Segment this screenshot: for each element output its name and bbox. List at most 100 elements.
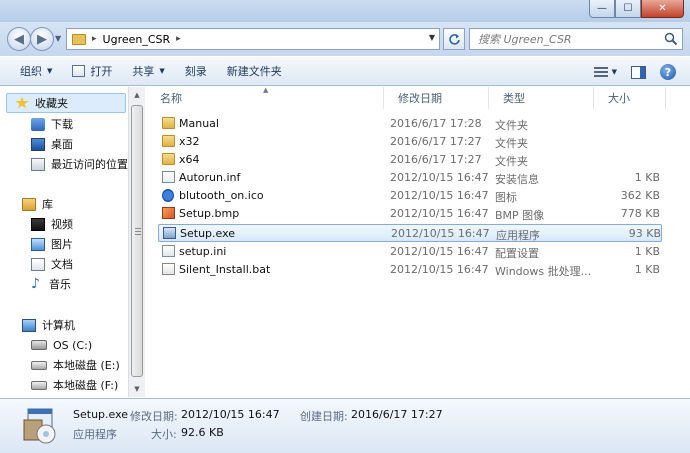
sidebar-item-recent[interactable]: 最近访问的位置 xyxy=(31,154,128,174)
sidebar-item-computer[interactable]: 计算机 xyxy=(22,315,75,335)
file-list: 名称 ▲ 修改日期 类型 大小 Manual 2016/6/17 17:28 文… xyxy=(146,86,690,397)
scrollbar-thumb[interactable] xyxy=(131,105,143,377)
sidebar-item-videos[interactable]: 视频 xyxy=(31,214,73,234)
drive-icon xyxy=(31,360,47,370)
file-name: Silent_Install.bat xyxy=(179,263,271,276)
file-type: BMP 图像 xyxy=(495,209,545,222)
address-dropdown-icon[interactable]: ▼ xyxy=(429,33,435,42)
table-row[interactable]: x64 2016/6/17 17:27 文件夹 xyxy=(158,151,662,169)
table-row[interactable]: x32 2016/6/17 17:27 文件夹 xyxy=(158,133,662,151)
bluetooth-icon xyxy=(162,189,174,202)
sidebar-item-label: 最近访问的位置 xyxy=(51,158,128,171)
sidebar-item-libraries[interactable]: 库 xyxy=(22,194,53,214)
file-size: 778 KB xyxy=(620,207,660,220)
sidebar-item-downloads[interactable]: 下载 xyxy=(31,114,73,134)
file-size: 1 KB xyxy=(634,171,660,184)
folder-icon xyxy=(162,135,175,147)
preview-pane-icon[interactable] xyxy=(631,65,646,79)
file-size: 1 KB xyxy=(634,263,660,276)
open-button[interactable]: 打开 xyxy=(62,56,122,86)
table-row[interactable]: setup.ini 2012/10/15 16:47 配置设置 1 KB xyxy=(158,243,662,261)
share-button[interactable]: 共享 ▼ xyxy=(122,56,174,86)
column-header-size[interactable]: 大小 xyxy=(594,87,666,109)
downloads-icon xyxy=(31,117,45,131)
ini-file-icon xyxy=(162,245,175,257)
bat-file-icon xyxy=(162,263,175,275)
table-row-selected[interactable]: Setup.exe 2012/10/15 16:47 应用程序 93 KB xyxy=(158,224,662,242)
organize-button[interactable]: 组织 ▼ xyxy=(0,56,62,86)
search-input[interactable] xyxy=(478,32,658,46)
view-options-icon[interactable] xyxy=(593,66,608,78)
folder-icon xyxy=(72,33,86,45)
file-date: 2012/10/15 16:47 xyxy=(390,263,489,276)
address-bar[interactable]: ▸ Ugreen_CSR ▸ ▼ xyxy=(66,28,440,50)
table-row[interactable]: Manual 2016/6/17 17:28 文件夹 xyxy=(158,115,662,133)
back-button[interactable]: ◀ xyxy=(7,27,31,51)
sidebar-item-music[interactable]: ♪ 音乐 xyxy=(31,274,71,294)
breadcrumb-chevron-icon[interactable]: ▸ xyxy=(176,34,181,44)
details-size-label: 大小: xyxy=(151,428,177,441)
chevron-down-icon: ▼ xyxy=(47,67,53,75)
details-modified-label: 修改日期: xyxy=(130,410,178,423)
sidebar-item-desktop[interactable]: 桌面 xyxy=(31,134,73,154)
exe-file-icon xyxy=(163,227,176,239)
forward-button[interactable]: ▶ xyxy=(30,27,54,51)
sidebar-item-label: 本地磁盘 (F:) xyxy=(53,379,119,392)
library-icon xyxy=(22,197,36,211)
details-pane: Setup.exe 应用程序 修改日期: 2012/10/15 16:47 创建… xyxy=(0,398,690,453)
breadcrumb-current[interactable]: Ugreen_CSR xyxy=(103,33,171,46)
scroll-up-icon[interactable]: ▲ xyxy=(129,87,145,103)
folder-icon xyxy=(162,117,175,129)
burn-button[interactable]: 刻录 xyxy=(175,56,217,86)
file-date: 2012/10/15 16:47 xyxy=(391,227,490,240)
minimize-button[interactable]: — xyxy=(589,0,615,18)
breadcrumb-separator-icon[interactable]: ▸ xyxy=(92,34,97,44)
file-name: Setup.bmp xyxy=(179,207,240,220)
file-type: 文件夹 xyxy=(495,137,528,150)
recent-places-icon xyxy=(31,157,45,171)
search-icon[interactable] xyxy=(664,32,678,46)
drive-icon xyxy=(31,380,47,390)
navigation-bar: ◀ ▶ ▼ ▸ Ugreen_CSR ▸ ▼ xyxy=(0,22,690,56)
table-row[interactable]: Setup.bmp 2012/10/15 16:47 BMP 图像 778 KB xyxy=(158,205,662,223)
view-dropdown-icon[interactable]: ▼ xyxy=(612,68,617,76)
documents-icon xyxy=(31,257,45,271)
column-header-label: 修改日期 xyxy=(398,92,442,105)
open-label: 打开 xyxy=(90,65,113,78)
column-header-type[interactable]: 类型 xyxy=(489,87,594,109)
burn-label: 刻录 xyxy=(184,65,207,78)
file-type: 配置设置 xyxy=(495,247,539,260)
system-drive-icon xyxy=(31,340,47,350)
column-header-name[interactable]: 名称 ▲ xyxy=(146,86,384,109)
file-name: x32 xyxy=(179,135,200,148)
recent-pages-dropdown-icon[interactable]: ▼ xyxy=(55,34,61,43)
sidebar-item-label: 本地磁盘 (E:) xyxy=(53,359,120,372)
table-row[interactable]: Silent_Install.bat 2012/10/15 16:47 Wind… xyxy=(158,261,662,279)
file-name: setup.ini xyxy=(179,245,227,258)
share-label: 共享 xyxy=(132,65,155,78)
search-box[interactable] xyxy=(469,28,683,50)
sidebar-item-pictures[interactable]: 图片 xyxy=(31,234,73,254)
refresh-button[interactable] xyxy=(443,28,465,50)
table-row[interactable]: Autorun.inf 2012/10/15 16:47 安装信息 1 KB xyxy=(158,169,662,187)
details-file-name: Setup.exe xyxy=(73,408,129,421)
file-type: 文件夹 xyxy=(495,119,528,132)
close-button[interactable]: ✕ xyxy=(641,0,684,18)
sort-ascending-icon: ▲ xyxy=(263,86,269,94)
new-folder-button[interactable]: 新建文件夹 xyxy=(217,56,292,86)
maximize-button[interactable]: ☐ xyxy=(615,0,641,18)
navigation-scrollbar[interactable]: ▲ ▼ xyxy=(128,87,145,397)
help-icon[interactable]: ? xyxy=(660,64,676,80)
scroll-down-icon[interactable]: ▼ xyxy=(129,381,145,397)
file-type: 应用程序 xyxy=(496,229,540,242)
sidebar-item-favorites[interactable]: 收藏夹 xyxy=(6,93,126,113)
table-row[interactable]: blutooth_on.ico 2012/10/15 16:47 图标 362 … xyxy=(158,187,662,205)
sidebar-item-drive-f[interactable]: 本地磁盘 (F:) xyxy=(31,375,118,395)
sidebar-item-drive-e[interactable]: 本地磁盘 (E:) xyxy=(31,355,120,375)
column-header-date[interactable]: 修改日期 xyxy=(384,87,489,109)
video-icon xyxy=(31,217,45,231)
file-date: 2012/10/15 16:47 xyxy=(390,207,489,220)
sidebar-item-label: 视频 xyxy=(51,218,73,231)
sidebar-item-drive-c[interactable]: OS (C:) xyxy=(31,335,92,355)
sidebar-item-documents[interactable]: 文档 xyxy=(31,254,73,274)
